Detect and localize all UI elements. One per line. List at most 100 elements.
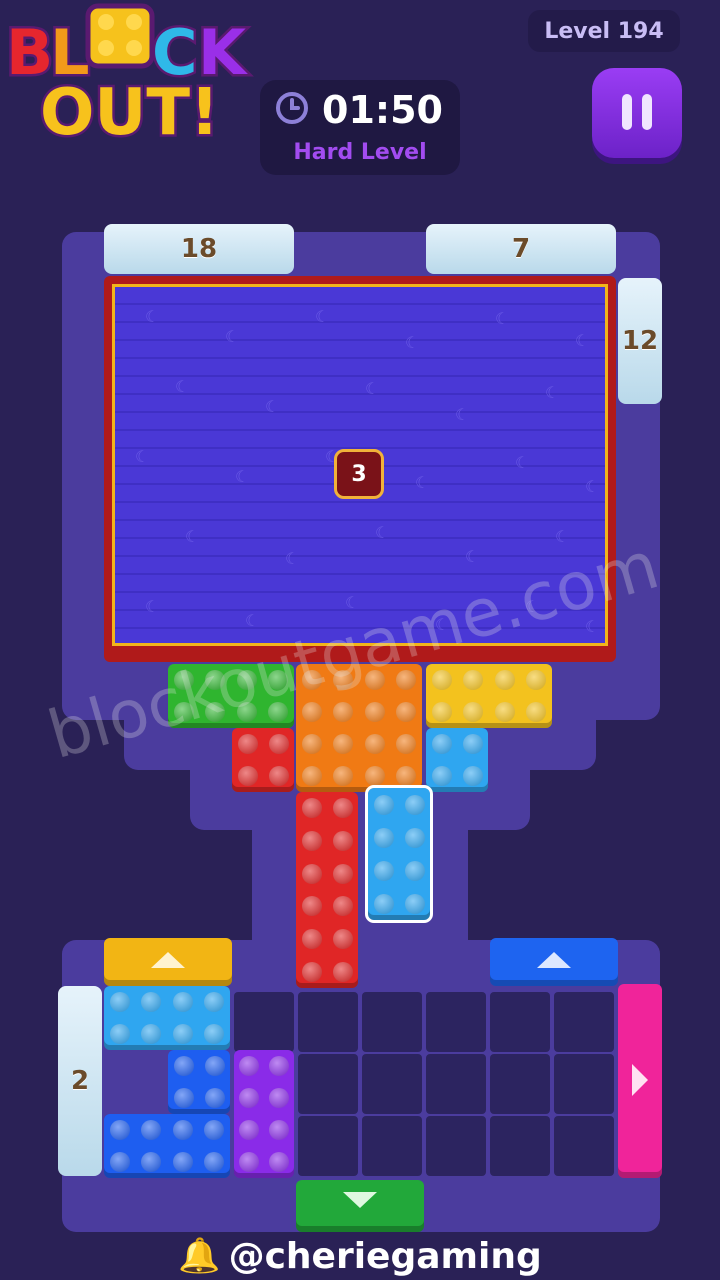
- block-stud: [301, 702, 322, 722]
- block-stud: [494, 702, 515, 722]
- block-light-blue-wide[interactable]: [104, 986, 230, 1050]
- exit-gate-blue-up[interactable]: [490, 938, 618, 986]
- block-light-blue-small[interactable]: [426, 728, 488, 792]
- block-stud: [396, 702, 417, 722]
- block-stud: [332, 863, 353, 884]
- block-stud: [269, 1152, 289, 1172]
- block-stud: [373, 860, 394, 881]
- block-blue-l[interactable]: [168, 1050, 230, 1114]
- grid-cell: [426, 992, 486, 1052]
- block-stud: [431, 702, 452, 722]
- block-stud: [301, 961, 322, 982]
- block-stud: [204, 1152, 225, 1172]
- block-stud: [526, 670, 547, 690]
- block-stud: [364, 734, 385, 754]
- bell-icon: 🔔: [178, 1236, 221, 1276]
- block-stud: [431, 734, 452, 754]
- block-stud: [333, 702, 354, 722]
- block-stud: [109, 1120, 130, 1140]
- block-stud: [141, 1120, 162, 1140]
- block-stud: [431, 766, 452, 786]
- block-stud: [172, 1152, 193, 1172]
- exit-gate-green-down[interactable]: [296, 1180, 424, 1232]
- exit-counter-right: 12: [618, 278, 662, 404]
- grid-cell: [362, 1116, 422, 1176]
- block-stud: [396, 766, 417, 786]
- block-stud: [494, 670, 515, 690]
- grid-cell: [426, 1054, 486, 1114]
- grid-cell: [554, 1116, 614, 1176]
- block-stud: [404, 893, 425, 914]
- block-stud: [301, 863, 322, 884]
- block-stud: [204, 1056, 225, 1076]
- block-stud: [462, 766, 483, 786]
- grid-cell: [234, 992, 294, 1052]
- block-stud: [269, 1088, 289, 1108]
- block-light-blue-selected[interactable]: [365, 785, 433, 923]
- timer-value: 01:50: [322, 88, 443, 132]
- block-yellow[interactable]: [426, 664, 552, 728]
- block-stud: [109, 1152, 130, 1172]
- block-stud: [172, 992, 193, 1012]
- block-stud: [373, 893, 394, 914]
- block-stud: [333, 734, 354, 754]
- block-stud: [173, 1056, 194, 1076]
- block-stud: [301, 929, 322, 949]
- block-stud: [364, 702, 385, 722]
- level-indicator: Level 194: [528, 10, 680, 52]
- block-stud: [239, 1056, 259, 1076]
- block-stud: [109, 992, 130, 1012]
- block-stud: [301, 798, 322, 819]
- exit-gate-pink-right[interactable]: [618, 984, 662, 1178]
- block-stud: [269, 1120, 289, 1140]
- block-stud: [332, 798, 353, 819]
- block-red-small[interactable]: [232, 728, 294, 792]
- block-stud: [173, 1088, 194, 1108]
- block-stud: [204, 1024, 225, 1044]
- block-blue-l[interactable]: [104, 1114, 230, 1178]
- block-stud: [332, 831, 353, 851]
- arrow-right-icon: [632, 1064, 648, 1096]
- block-stud: [301, 896, 322, 917]
- block-stud: [172, 1024, 193, 1044]
- block-stud: [239, 1120, 259, 1140]
- ice-counter-badge: 3: [334, 449, 384, 499]
- pause-button[interactable]: [592, 68, 682, 158]
- block-stud: [396, 734, 417, 754]
- block-purple[interactable]: [234, 1050, 294, 1178]
- block-stud: [204, 1088, 225, 1108]
- grid-cell: [426, 1116, 486, 1176]
- block-stud: [141, 1152, 162, 1172]
- grid-cell: [362, 992, 422, 1052]
- block-stud: [109, 1024, 130, 1044]
- block-stud: [301, 734, 322, 754]
- grid-cell: [490, 1054, 550, 1114]
- block-stud: [301, 766, 322, 786]
- exit-gate-yellow-up[interactable]: [104, 938, 232, 986]
- block-stud: [239, 1152, 259, 1172]
- block-stud: [404, 794, 425, 815]
- block-stud: [204, 992, 225, 1012]
- block-stud: [373, 827, 394, 848]
- block-red-long[interactable]: [296, 792, 358, 988]
- block-stud: [373, 794, 394, 815]
- block-stud: [237, 734, 258, 754]
- block-stud: [364, 766, 385, 786]
- grid-cell: [490, 992, 550, 1052]
- block-stud: [237, 766, 258, 786]
- block-stud: [239, 1088, 259, 1108]
- grid-cell: [554, 992, 614, 1052]
- exit-counter-left: 2: [58, 986, 102, 1176]
- arrow-up-icon: [151, 952, 185, 968]
- block-stud: [526, 702, 547, 722]
- block-stud: [404, 827, 425, 848]
- block-stud: [431, 670, 452, 690]
- block-stud: [463, 670, 484, 690]
- block-stud: [332, 896, 353, 917]
- grid-cell: [362, 1054, 422, 1114]
- block-stud: [268, 734, 289, 754]
- block-stud: [332, 961, 353, 982]
- difficulty-label: Hard Level: [293, 140, 427, 165]
- block-stud: [172, 1120, 193, 1140]
- grid-cell: [298, 1054, 358, 1114]
